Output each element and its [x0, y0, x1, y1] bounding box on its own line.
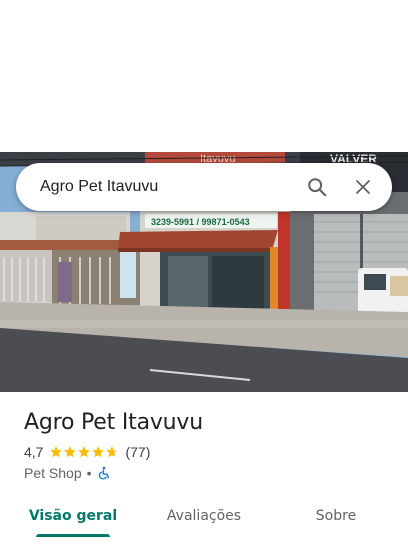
star-icon — [92, 446, 105, 458]
close-icon — [356, 180, 370, 194]
search-icon — [308, 178, 327, 197]
reviews-count[interactable]: (77) — [125, 444, 150, 460]
store-phone-sign: 3239-5991 / 99871-0543 — [151, 217, 250, 227]
place-category: Pet Shop — [24, 465, 82, 481]
tab-about[interactable]: Sobre — [296, 496, 376, 536]
tab-overview[interactable]: Visão geral — [26, 496, 120, 536]
search-button[interactable] — [300, 170, 334, 204]
clear-search-button[interactable] — [346, 170, 380, 204]
star-icon — [50, 446, 63, 458]
star-icon — [78, 446, 91, 458]
star-rating — [49, 445, 119, 459]
rating-value: 4,7 — [24, 444, 44, 460]
tab-reviews[interactable]: Avaliações — [154, 496, 254, 536]
star-icon — [64, 446, 77, 458]
search-input[interactable]: Agro Pet Itavuvu — [40, 178, 288, 196]
active-tab-indicator — [36, 534, 110, 537]
star-icon — [106, 446, 119, 458]
wheelchair-icon — [98, 466, 109, 480]
rating-row[interactable]: 4,7 (77) — [24, 444, 150, 460]
search-bar[interactable]: Agro Pet Itavuvu — [16, 163, 392, 211]
separator-dot: • — [86, 465, 92, 481]
place-title: Agro Pet Itavuvu — [24, 410, 203, 435]
category-row: Pet Shop • — [24, 465, 111, 481]
place-tabs: Visão geral Avaliações Sobre — [0, 496, 408, 544]
